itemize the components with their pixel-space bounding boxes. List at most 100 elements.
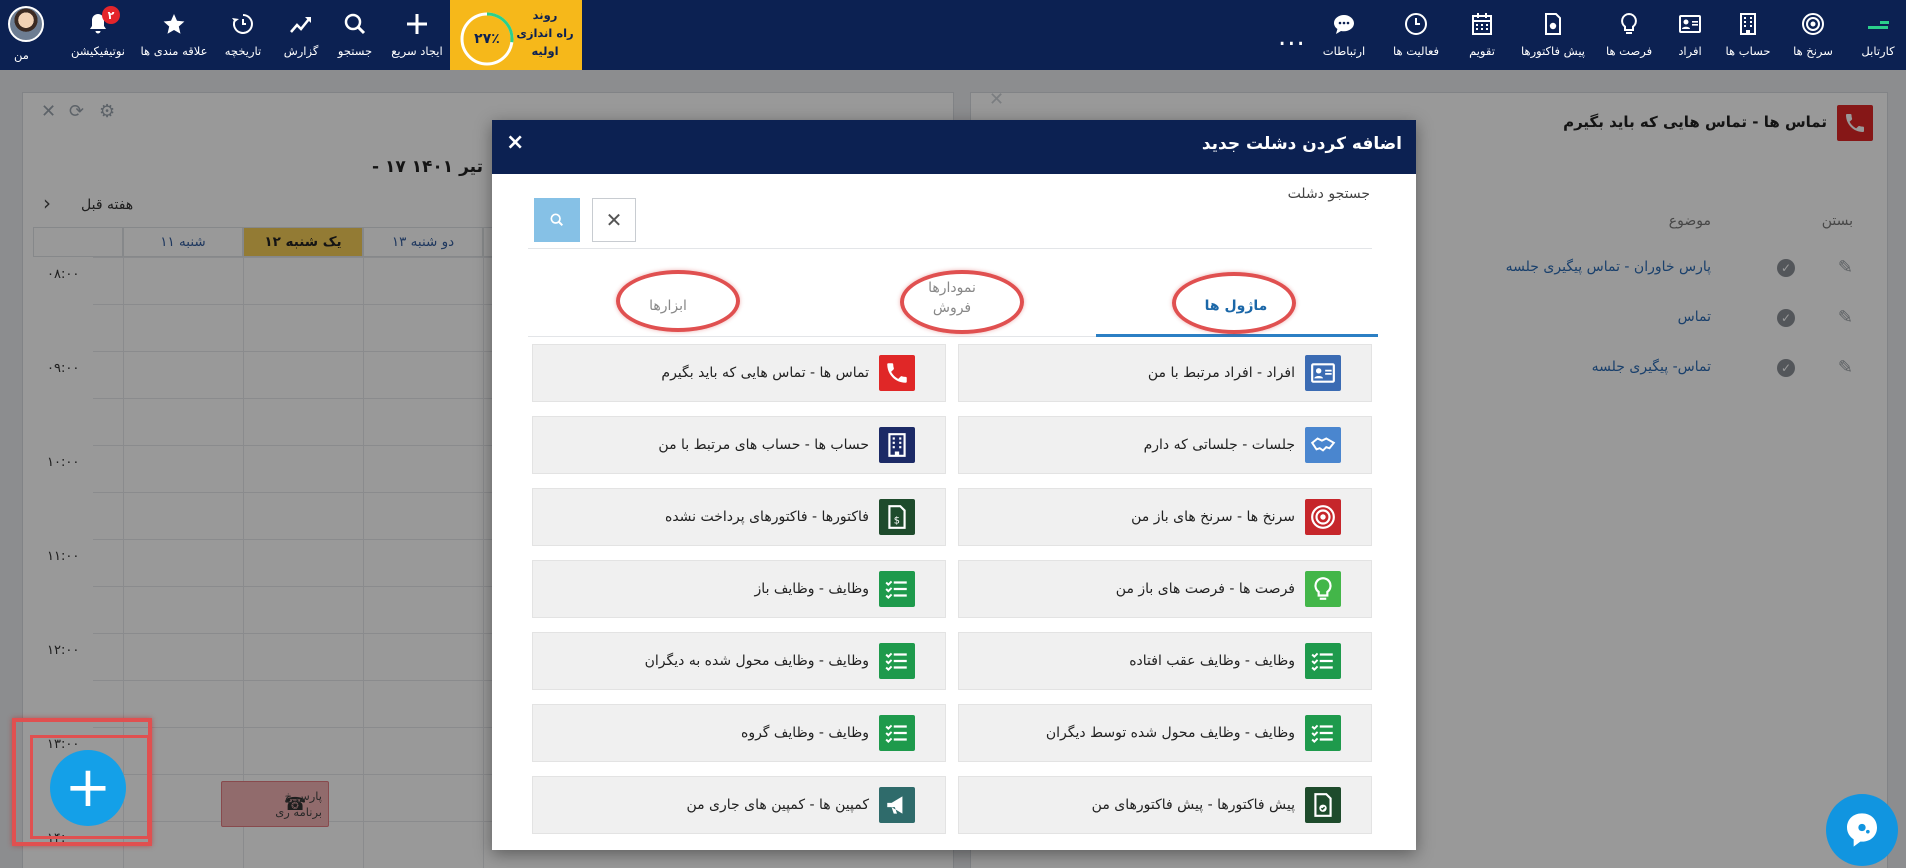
- dashlet-item-label: حساب ها - حساب های مرتبط با من: [658, 437, 869, 453]
- nav-history[interactable]: تاریخچه: [212, 0, 274, 70]
- contact-card-icon: [1679, 15, 1701, 33]
- add-dashlet-button[interactable]: +: [50, 750, 126, 826]
- modal-header: اضافه کردن دشلت جدید ×: [492, 120, 1416, 174]
- close-icon[interactable]: ×: [506, 130, 524, 155]
- search-icon: [550, 213, 564, 227]
- target-icon: [1802, 13, 1824, 35]
- nav-notifications[interactable]: نوتیفیکیشن ۲: [60, 0, 136, 70]
- tab-modules[interactable]: ماژول ها: [1096, 296, 1376, 316]
- nav-accounts[interactable]: حساب ها: [1716, 0, 1780, 70]
- tab-sales-charts[interactable]: نمودارها فروش: [812, 278, 1092, 318]
- nav-label: پیش فاکتورها: [1521, 44, 1585, 58]
- nav-label: سرنخ ها: [1793, 44, 1833, 58]
- invoice-check-icon: [1305, 787, 1341, 823]
- dashlet-item-invoices[interactable]: فاکتورها - فاکتورهای پرداخت نشده $: [532, 488, 946, 546]
- dashlet-item-label: وظایف - وظایف گروه: [740, 725, 869, 741]
- dashlet-item-assigned-tasks[interactable]: وظایف - وظایف محول شده توسط دیگران: [958, 704, 1372, 762]
- nav-quotes[interactable]: پیش فاکتورها: [1510, 0, 1596, 70]
- setup-progress[interactable]: ۲۷٪ روند راه اندازی اولیه: [450, 0, 582, 70]
- search-dashlet-label: جستجو دشلت: [1287, 186, 1370, 202]
- clear-search-button[interactable]: ✕: [592, 198, 636, 242]
- notification-badge: ۲: [102, 6, 120, 24]
- nav-label: کارتابل: [1861, 44, 1895, 58]
- nav-leads[interactable]: سرنخ ها: [1780, 0, 1846, 70]
- chat-icon: [1334, 15, 1354, 34]
- checklist-icon: [879, 643, 915, 679]
- dashlet-item-label: پیش فاکتورها - پیش فاکتورهای من: [1091, 797, 1295, 813]
- dashlet-item-calls[interactable]: تماس ها - تماس هایی که باید بگیرم: [532, 344, 946, 402]
- nav-label: گزارش: [283, 44, 319, 58]
- dashlet-item-delegated-tasks[interactable]: وظایف - وظایف محول شده به دیگران: [532, 632, 946, 690]
- setup-label-line3: اولیه: [531, 44, 559, 58]
- dashlet-item-overdue-tasks[interactable]: وظایف - وظایف عقب افتاده: [958, 632, 1372, 690]
- nav-label: تقویم: [1469, 44, 1495, 58]
- clock-icon: [1405, 13, 1427, 35]
- dashlet-item-meetings[interactable]: جلسات - جلساتی که دارم: [958, 416, 1372, 474]
- checklist-icon: [1305, 643, 1341, 679]
- dashboard-logo-icon: [1868, 21, 1889, 29]
- checklist-icon: [879, 715, 915, 751]
- more-menu-button[interactable]: ...: [1278, 22, 1306, 52]
- dashlet-item-accounts[interactable]: حساب ها - حساب های مرتبط با من: [532, 416, 946, 474]
- phone-icon: [879, 355, 915, 391]
- nav-label: جستجو: [337, 44, 373, 58]
- nav-label: فعالیت ها: [1392, 44, 1440, 58]
- building-icon: [1740, 13, 1756, 35]
- nav-label: حساب ها: [1725, 44, 1771, 58]
- search-button[interactable]: [534, 198, 580, 242]
- nav-people[interactable]: افراد: [1664, 0, 1716, 70]
- nav-label: نوتیفیکیشن: [71, 44, 125, 58]
- nav-activities[interactable]: فعالیت ها: [1378, 0, 1454, 70]
- modal-title: اضافه کردن دشلت جدید: [1201, 134, 1402, 154]
- dashlet-item-label: وظایف - وظایف محول شده توسط دیگران: [1045, 725, 1295, 741]
- nav-label: ایجاد سریع: [391, 44, 443, 58]
- add-dashlet-modal: اضافه کردن دشلت جدید × جستجو دشلت ✕ ماژو…: [492, 120, 1416, 850]
- star-icon: [163, 14, 185, 34]
- nav-communications[interactable]: ارتباطات: [1310, 0, 1378, 70]
- dashlet-item-label: فرصت ها - فرصت های باز من: [1115, 581, 1295, 597]
- support-chat-button[interactable]: [1826, 794, 1898, 866]
- dashlet-item-campaigns[interactable]: کمپین ها - کمپین های جاری من: [532, 776, 946, 834]
- nav-calendar[interactable]: تقویم: [1454, 0, 1510, 70]
- tab-tools[interactable]: ابزارها: [528, 296, 808, 316]
- target-icon: [1305, 499, 1341, 535]
- setup-label-line1: روند: [532, 8, 558, 22]
- nav-label: افراد: [1678, 44, 1702, 58]
- nav-opportunities[interactable]: فرصت ها: [1596, 0, 1662, 70]
- megaphone-icon: [879, 787, 915, 823]
- dashlet-item-label: وظایف - وظایف باز: [754, 581, 869, 597]
- dashlet-item-open-tasks[interactable]: وظایف - وظایف باز: [532, 560, 946, 618]
- chart-icon: [290, 17, 311, 33]
- chat-bubble-icon: [1847, 813, 1877, 847]
- nav-search[interactable]: جستجو: [328, 0, 382, 70]
- dashlet-item-people[interactable]: افراد - افراد مرتبط با من: [958, 344, 1372, 402]
- calendar-icon: [1472, 13, 1492, 35]
- svg-text:$: $: [894, 516, 900, 527]
- dashlet-item-label: جلسات - جلساتی که دارم: [1143, 437, 1295, 453]
- nav-label: علاقه مندی ها: [140, 44, 208, 58]
- checklist-icon: [1305, 715, 1341, 751]
- setup-label: روند راه اندازی اولیه: [516, 6, 574, 60]
- nav-quick-create[interactable]: ایجاد سریع: [382, 0, 452, 70]
- setup-percent: ۲۷٪: [474, 31, 500, 47]
- dashlet-item-opportunities[interactable]: فرصت ها - فرصت های باز من: [958, 560, 1372, 618]
- avatar[interactable]: [8, 6, 44, 42]
- user-menu-label[interactable]: من: [14, 48, 29, 62]
- dashlet-item-label: سرنخ ها - سرنخ های باز من: [1131, 509, 1295, 525]
- invoice-dollar-icon: $: [879, 499, 915, 535]
- plus-icon: [407, 14, 427, 34]
- dashlet-item-label: وظایف - وظایف محول شده به دیگران: [644, 653, 869, 669]
- top-navbar: کارتابل سرنخ ها حساب ها افراد فرصت ها پی…: [0, 0, 1906, 70]
- active-tab-indicator: [1096, 334, 1378, 337]
- divider: [528, 248, 1372, 249]
- dashlet-item-group-tasks[interactable]: وظایف - وظایف گروه: [532, 704, 946, 762]
- nav-label: فرصت ها: [1605, 44, 1653, 58]
- nav-reports[interactable]: گزارش: [274, 0, 328, 70]
- dashlet-item-quotes[interactable]: پیش فاکتورها - پیش فاکتورهای من: [958, 776, 1372, 834]
- checklist-icon: [879, 571, 915, 607]
- lightbulb-icon: [1621, 12, 1637, 34]
- nav-favorites[interactable]: علاقه مندی ها: [136, 0, 212, 70]
- setup-label-line2: راه اندازی: [516, 26, 574, 40]
- dashlet-item-leads[interactable]: سرنخ ها - سرنخ های باز من: [958, 488, 1372, 546]
- nav-dashboard[interactable]: کارتابل: [1850, 0, 1906, 70]
